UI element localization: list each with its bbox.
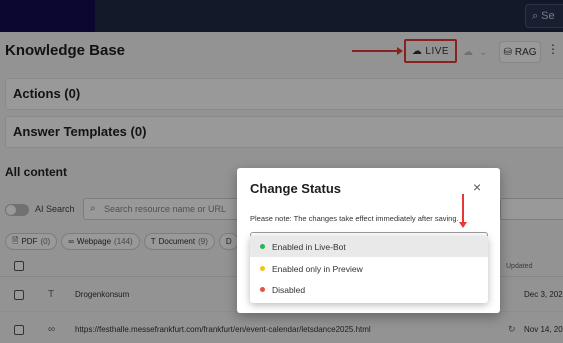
status-option-preview[interactable]: Enabled only in Preview [250, 258, 488, 279]
status-dot-green [260, 244, 265, 249]
close-icon[interactable]: × [473, 180, 481, 194]
option-label: Disabled [272, 284, 306, 295]
status-option-live-bot[interactable]: Enabled in Live-Bot [250, 236, 488, 257]
dialog-title: Change Status [250, 181, 342, 196]
annotation-arrow-vertical [459, 194, 466, 228]
status-dot-yellow [260, 266, 265, 271]
dialog-note: Please note: The changes take effect imm… [250, 214, 459, 223]
status-dot-red [260, 287, 265, 292]
status-dropdown-menu: Enabled in Live-Bot Enabled only in Prev… [250, 236, 488, 303]
status-option-disabled[interactable]: Disabled [250, 279, 488, 300]
option-label: Enabled only in Preview [272, 263, 363, 274]
option-label: Enabled in Live-Bot [272, 241, 346, 252]
